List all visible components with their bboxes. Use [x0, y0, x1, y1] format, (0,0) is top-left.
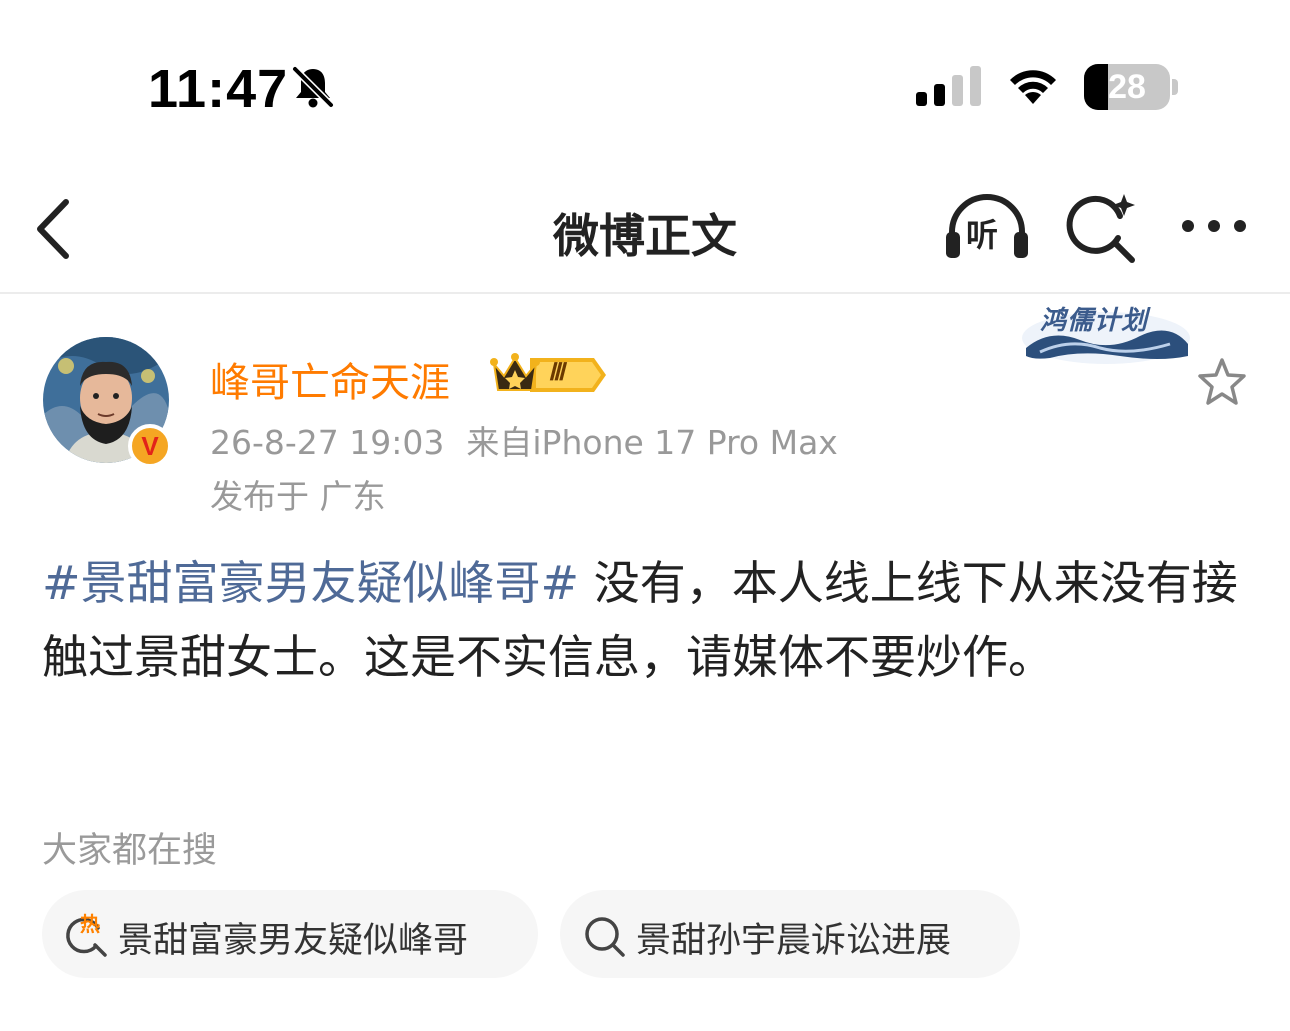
- suggestion-label: 景甜富豪男友疑似峰哥: [118, 921, 469, 961]
- rank-level: Ⅲ: [548, 360, 565, 386]
- post-source: 来自iPhone 17 Pro Max: [466, 423, 838, 462]
- post-body: #景甜富豪男友疑似峰哥# 没有，本人线上线下从来没有接触过景甜女士。这是不实信息…: [42, 546, 1254, 694]
- search-hint-label: 大家都在搜: [42, 831, 218, 871]
- verified-letter: V: [141, 431, 159, 461]
- verified-badge: V: [128, 424, 172, 468]
- crown-icon: [490, 353, 540, 391]
- plan-badge[interactable]: 鸿儒计划: [1020, 298, 1192, 368]
- battery-level: 28: [1108, 68, 1146, 106]
- listen-button[interactable]: 听: [944, 192, 1030, 264]
- favorite-star-icon[interactable]: [1196, 356, 1248, 408]
- cellular-signal-icon: [916, 66, 981, 106]
- post-date: 26-8-27 19:03: [210, 423, 445, 462]
- search-suggestion-chip[interactable]: 景甜孙宇晨诉讼进展: [560, 890, 1020, 978]
- wifi-icon: [1010, 70, 1056, 104]
- author-name[interactable]: 峰哥亡命天涯: [210, 350, 450, 408]
- plan-label: 鸿儒计划: [1040, 306, 1149, 336]
- status-time: 11:47: [148, 59, 289, 119]
- search-suggestion-chip[interactable]: 热 景甜富豪男友疑似峰哥: [42, 890, 538, 978]
- bell-muted-icon: [292, 66, 334, 108]
- search-sparkle-icon[interactable]: [1064, 192, 1140, 266]
- nav-bar: 微博正文 听: [0, 170, 1290, 294]
- post-meta: 26-8-27 19:03 来自iPhone 17 Pro Max: [210, 416, 838, 464]
- listen-label: 听: [966, 216, 999, 254]
- post-location: 发布于 广东: [210, 477, 386, 516]
- rank-badge[interactable]: Ⅲ: [490, 352, 608, 396]
- suggestion-label: 景甜孙宇晨诉讼进展: [636, 921, 952, 961]
- more-dots-icon[interactable]: [1176, 206, 1252, 246]
- battery-cap: [1172, 79, 1178, 95]
- battery-icon: 28: [1084, 64, 1178, 110]
- topic-link[interactable]: #景甜富豪男友疑似峰哥#: [42, 556, 579, 610]
- search-icon: [585, 917, 625, 957]
- rank-tag-shape: [530, 358, 606, 392]
- status-bar: 11:47 28: [0, 0, 1290, 170]
- hot-mark: 热: [80, 912, 100, 936]
